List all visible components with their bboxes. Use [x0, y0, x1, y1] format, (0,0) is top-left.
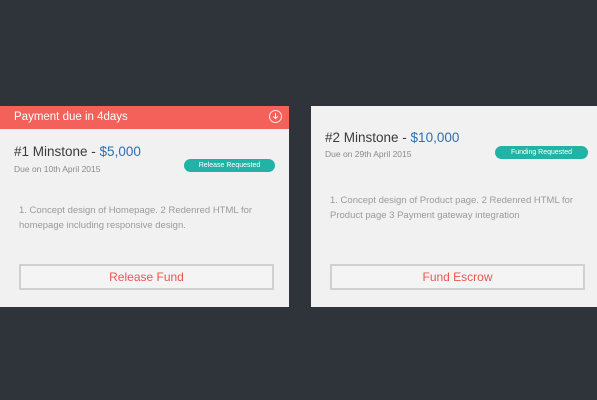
milestone-name: #1 Minstone - [14, 144, 100, 159]
milestone-description: 1. Concept design of Product page. 2 Red… [330, 195, 574, 221]
milestone-name: #2 Minstone - [325, 130, 411, 145]
fund-escrow-button[interactable]: Fund Escrow [330, 264, 585, 290]
release-fund-button[interactable]: Release Fund [19, 264, 274, 290]
milestone-amount: $10,000 [410, 130, 460, 145]
milestone-description: 1. Concept design of Homepage. 2 Redenre… [19, 205, 253, 231]
due-date: Due on 29th April 2015 [325, 149, 412, 159]
banner-text: Payment due in 4days [14, 111, 128, 123]
download-circle-icon[interactable] [269, 110, 282, 123]
payment-due-banner: Payment due in 4days [0, 106, 289, 129]
status-badge: Funding Requested [495, 146, 588, 159]
status-badge: Release Requested [184, 159, 275, 172]
milestone-title: #2 Minstone - $10,000 [325, 130, 459, 145]
milestone-amount: $5,000 [99, 144, 141, 159]
due-date: Due on 10th April 2015 [14, 164, 101, 174]
milestone-card-1: Payment due in 4days #1 Minstone - $5,00… [0, 106, 289, 307]
milestone-title: #1 Minstone - $5,000 [14, 144, 141, 159]
milestone-card-2: #2 Minstone - $10,000 Due on 29th April … [311, 106, 597, 307]
